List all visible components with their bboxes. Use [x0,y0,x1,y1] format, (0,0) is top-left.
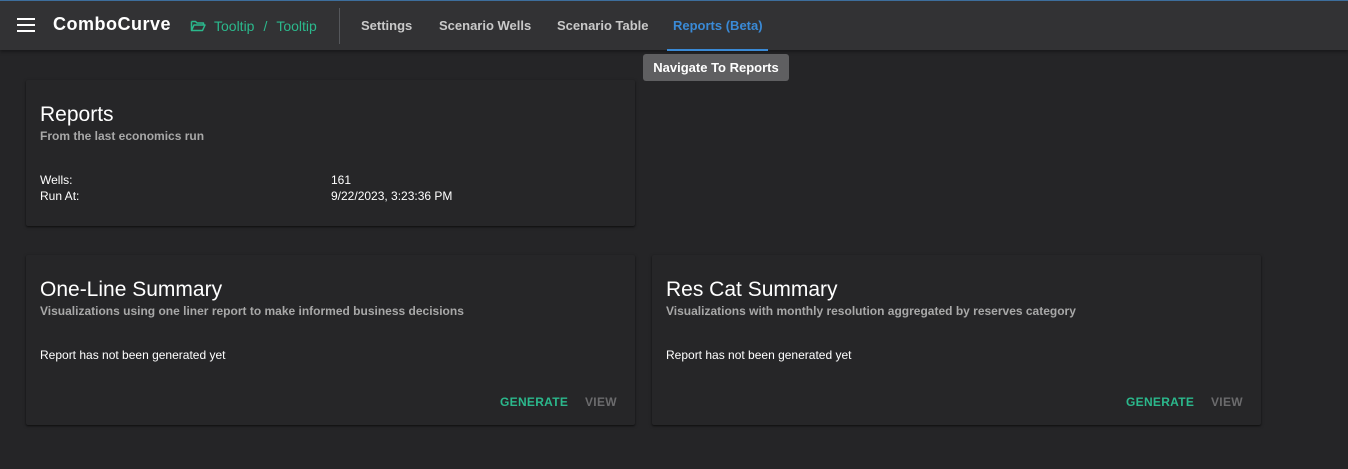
breadcrumb-separator: / [263,18,268,34]
report-status: Report has not been generated yet [40,348,226,362]
tab-reports-beta[interactable]: Reports (Beta) [673,18,763,33]
view-button[interactable]: VIEW [585,395,617,409]
report-status: Report has not been generated yet [666,348,852,362]
card-subtitle: Visualizations with monthly resolution a… [666,304,1076,318]
divider [339,8,340,44]
run-at-label: Run At: [40,189,80,203]
card-subtitle: From the last economics run [40,129,205,143]
reports-card: Reports From the last economics run Well… [26,80,635,226]
run-at-value: 9/22/2023, 3:23:36 PM [331,189,453,203]
generate-button[interactable]: GENERATE [1126,395,1194,409]
breadcrumb-scenario[interactable]: Tooltip [276,18,316,34]
card-title: Reports [40,103,114,126]
top-app-bar: ComboCurve Tooltip / Tooltip Settings Sc… [0,0,1348,51]
view-button[interactable]: VIEW [1211,395,1243,409]
one-line-summary-card: One-Line Summary Visualizations using on… [26,255,635,425]
card-title: One-Line Summary [40,278,223,301]
folder-open-icon [190,20,206,32]
breadcrumb-project[interactable]: Tooltip [214,18,254,34]
wells-value: 161 [331,173,352,187]
tab-scenario-table[interactable]: Scenario Table [557,18,649,33]
card-subtitle: Visualizations using one liner report to… [40,304,464,318]
active-tab-indicator [667,49,768,51]
tooltip: Navigate To Reports [643,54,789,81]
tab-scenario-wells[interactable]: Scenario Wells [439,18,531,33]
res-cat-summary-card: Res Cat Summary Visualizations with mont… [652,255,1261,425]
wells-label: Wells: [40,173,73,187]
generate-button[interactable]: GENERATE [500,395,568,409]
card-title: Res Cat Summary [666,278,838,301]
app-brand[interactable]: ComboCurve [53,14,171,35]
tab-settings[interactable]: Settings [361,18,412,33]
breadcrumb: Tooltip / Tooltip [190,16,317,36]
menu-icon[interactable] [17,18,35,32]
